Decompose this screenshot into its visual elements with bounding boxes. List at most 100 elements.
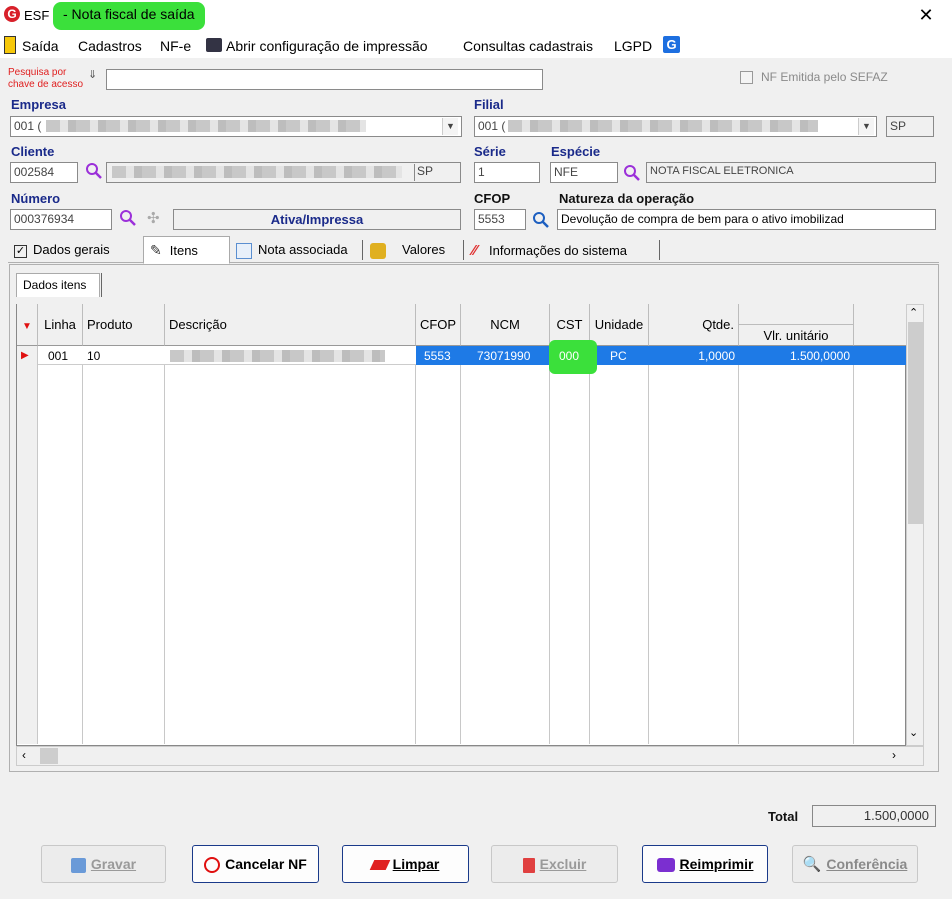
redacted-empresa-name <box>46 120 366 132</box>
cfop-search-icon[interactable] <box>532 211 550 229</box>
cell-produto: 10 <box>87 349 101 363</box>
serie-input[interactable]: 1 <box>474 162 540 183</box>
cell-ncm: 73071990 <box>477 349 531 363</box>
tab-nota-associada[interactable]: Nota associada <box>236 238 348 262</box>
filial-label: Filial <box>474 97 504 112</box>
scroll-up-icon[interactable]: ⌃ <box>909 306 918 319</box>
menu-saida[interactable]: Saída <box>22 38 59 54</box>
empresa-dropdown-icon[interactable]: ▼ <box>442 118 458 135</box>
app-name: ESF <box>24 8 50 23</box>
checkbox-icon: ✓ <box>14 245 27 258</box>
conferencia-button[interactable]: 🔍 Conferência <box>792 845 918 883</box>
numero-search-icon[interactable] <box>119 209 137 227</box>
grid-header-vlr-unitario[interactable]: Vlr. unitário <box>739 304 854 346</box>
serie-label: Série <box>474 144 506 159</box>
grid-header-produto[interactable]: Produto <box>83 304 165 346</box>
gravar-label: Gravar <box>90 856 137 872</box>
grid-header-descricao[interactable]: Descrição <box>165 304 416 346</box>
scroll-right-icon[interactable]: › <box>892 748 896 762</box>
magnifier-icon: 🔍 <box>802 856 822 874</box>
tab-itens-content[interactable]: ✎ Itens <box>150 238 198 262</box>
document-icon <box>236 242 252 259</box>
menu-lgpd[interactable]: LGPD <box>614 38 652 54</box>
cell-qtde: 1,0000 <box>698 349 735 363</box>
tab-divider-2 <box>463 240 464 260</box>
grid-col-vlr-unitario <box>739 346 854 744</box>
cancel-circle-icon <box>204 857 221 874</box>
system-info-icon: ⁄⁄ <box>472 242 478 259</box>
printer-reprint-icon <box>656 858 675 873</box>
redacted-cliente-name <box>112 166 402 178</box>
menu-nfe[interactable]: NF-e <box>160 38 191 54</box>
tab-informacoes-sistema[interactable]: ⁄⁄ Informações do sistema <box>472 238 627 262</box>
redacted-filial-name <box>508 120 818 132</box>
numero-input[interactable]: 000376934 <box>10 209 112 230</box>
coins-icon <box>370 242 386 259</box>
cfop-label: CFOP <box>474 191 511 206</box>
grid-indicator-column <box>17 346 38 744</box>
reimprimir-button[interactable]: Reimprimir <box>642 845 768 883</box>
menu-cadastros[interactable]: Cadastros <box>78 38 142 54</box>
scroll-left-icon[interactable]: ‹ <box>22 748 26 762</box>
cancelar-nf-button[interactable]: Cancelar NF <box>192 845 319 883</box>
grid-col-linha <box>38 346 83 744</box>
total-label: Total <box>768 809 799 824</box>
grid-horizontal-scrollbar[interactable] <box>16 746 924 766</box>
row-pointer-icon: ▶ <box>21 350 29 361</box>
especie-description-field: NOTA FISCAL ELETRONICA <box>646 162 936 183</box>
tab-divider-3 <box>659 240 660 260</box>
scroll-down-icon[interactable]: ⌄ <box>909 726 918 739</box>
sefaz-checkbox[interactable] <box>740 71 753 84</box>
subtab-dados-itens[interactable]: Dados itens <box>16 273 100 297</box>
grid-header-unidade[interactable]: Unidade <box>590 304 649 346</box>
tab-divider <box>362 240 363 260</box>
tab-dados-gerais[interactable]: ✓ Dados gerais <box>14 238 110 262</box>
grid-header-qtde[interactable]: Qtde. <box>649 304 739 346</box>
numero-label: Número <box>11 191 61 206</box>
menu-consultas-cadastrais[interactable]: Consultas cadastrais <box>463 38 593 54</box>
eraser-icon <box>369 860 390 871</box>
app-logo-icon: G <box>4 6 20 22</box>
grid-header-linha[interactable]: Linha <box>38 304 83 346</box>
grid-col-descricao <box>165 346 416 744</box>
grid-header-ncm[interactable]: NCM <box>461 304 550 346</box>
horizontal-scroll-thumb[interactable] <box>40 748 58 764</box>
cliente-search-icon[interactable] <box>85 162 103 180</box>
especie-search-icon[interactable] <box>623 164 641 182</box>
cancelar-nf-label: Cancelar NF <box>225 856 307 872</box>
grid-col-unidade <box>590 346 649 744</box>
search-chave-input[interactable] <box>106 69 543 90</box>
cfop-input[interactable]: 5553 <box>474 209 526 230</box>
natureza-input[interactable]: Devolução de compra de bem para o ativo … <box>557 209 936 230</box>
redacted-descricao <box>170 350 385 362</box>
trash-icon <box>522 857 535 873</box>
limpar-button[interactable]: Limpar <box>342 845 469 883</box>
tab-valores[interactable]: Valores <box>370 238 445 262</box>
grid-col-cfop <box>416 346 461 744</box>
cell-linha: 001 <box>48 349 69 363</box>
add-plus-icon[interactable]: ✣ <box>147 209 160 227</box>
cell-vlr-unitario: 1.500,0000 <box>789 349 850 363</box>
filial-dropdown-icon[interactable]: ▼ <box>858 118 874 135</box>
window-title: - Nota fiscal de saída <box>53 2 205 30</box>
especie-label: Espécie <box>551 144 601 159</box>
especie-code-input[interactable]: NFE <box>550 162 618 183</box>
filial-value: 001 ( <box>478 119 506 133</box>
search-label-line2: chave de acesso <box>8 79 84 90</box>
subtab-divider <box>101 273 102 297</box>
filial-uf-field: SP <box>886 116 934 137</box>
cell-unidade: PC <box>610 349 627 363</box>
exit-door-icon <box>4 36 16 54</box>
excluir-button[interactable]: Excluir <box>491 845 618 883</box>
cliente-code-input[interactable]: 002584 <box>10 162 78 183</box>
lgpd-g-icon[interactable]: G <box>663 36 680 53</box>
vertical-scroll-thumb[interactable] <box>908 322 923 524</box>
search-label-line1: Pesquisa por <box>8 67 67 78</box>
arrow-down-icon: ⇓ <box>88 69 98 81</box>
menu-abrir-configuracao-impressao[interactable]: Abrir configuração de impressão <box>226 38 428 54</box>
reimprimir-label: Reimprimir <box>679 856 754 872</box>
edit-pencil-icon: ✎ <box>150 242 162 258</box>
grid-header-cfop[interactable]: CFOP <box>416 304 461 346</box>
gravar-button[interactable]: Gravar <box>41 845 166 883</box>
close-icon[interactable]: ✕ <box>914 4 938 28</box>
